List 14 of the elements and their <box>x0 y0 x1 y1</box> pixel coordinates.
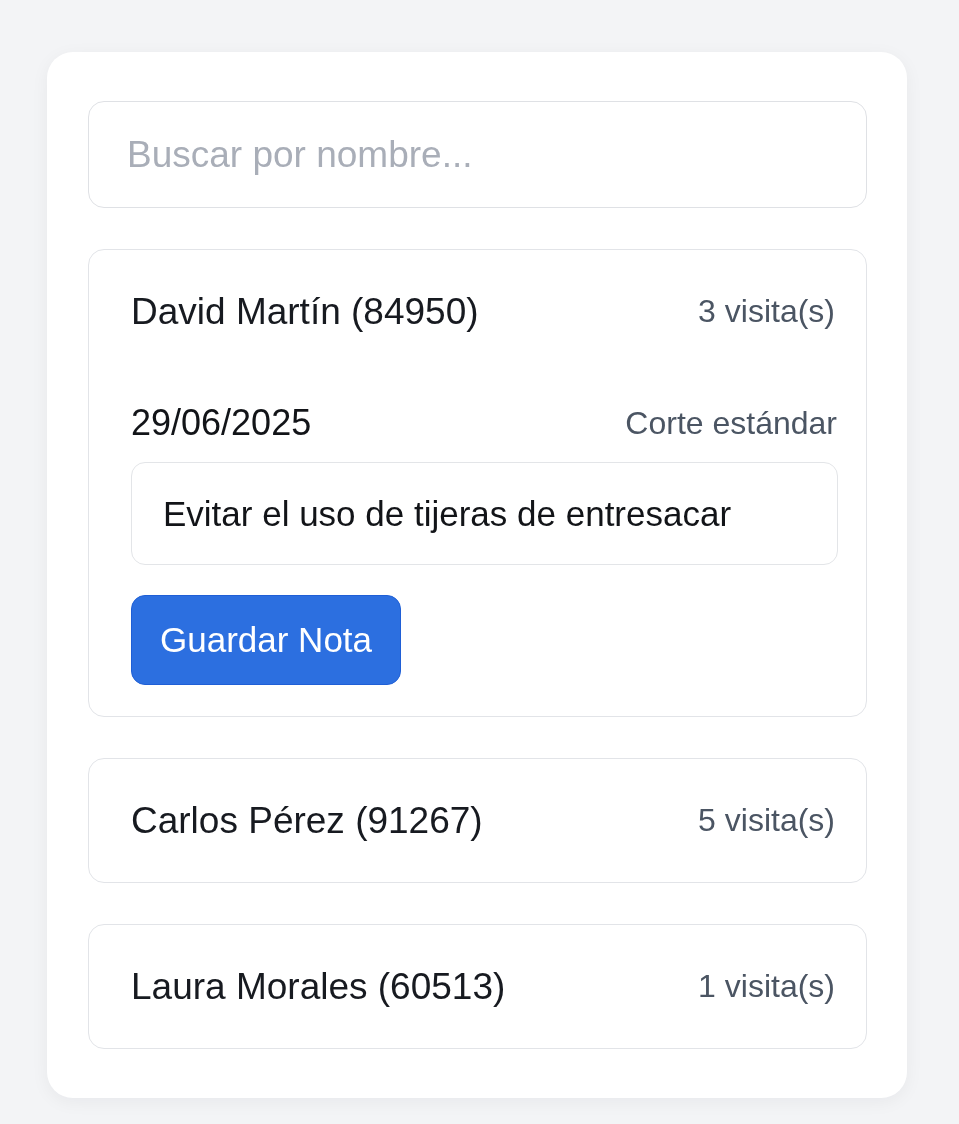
client-name: Carlos Pérez (91267) <box>131 799 483 842</box>
client-card[interactable]: David Martín (84950) 3 visita(s) 29/06/2025 Corte estándar Evitar el uso de tijeras de entresacar Guardar Nota <box>88 249 867 717</box>
visit-count: 5 visita(s) <box>698 802 835 839</box>
visit-count: 1 visita(s) <box>698 968 835 1005</box>
save-note-button[interactable]: Guardar Nota <box>131 595 402 685</box>
client-card[interactable]: Laura Morales (60513) 1 visita(s) <box>88 924 867 1049</box>
visit-count: 3 visita(s) <box>698 293 835 330</box>
service-name: Corte estándar <box>625 404 837 442</box>
client-name: Laura Morales (60513) <box>131 965 506 1008</box>
search-field[interactable]: Buscar por nombre... <box>88 101 867 208</box>
client-name: David Martín (84950) <box>131 290 479 333</box>
client-card[interactable]: Carlos Pérez (91267) 5 visita(s) <box>88 758 867 883</box>
note-field[interactable]: Evitar el uso de tijeras de entresacar <box>131 462 838 565</box>
visit-date: 29/06/2025 <box>131 402 312 444</box>
